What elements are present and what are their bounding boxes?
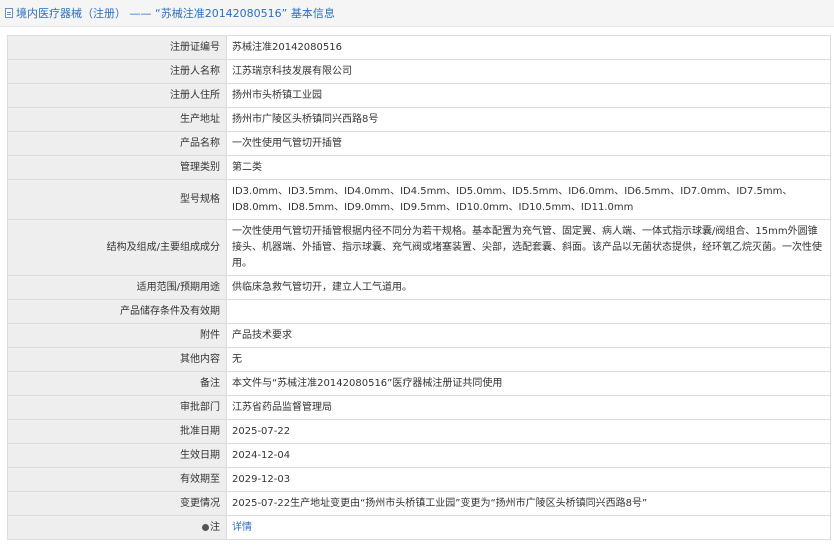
row-value: 供临床急救气管切开，建立人工气道用。 (226, 275, 831, 300)
row-value: 2025-07-22 (226, 419, 831, 444)
table-row: 备注 本文件与“苏械注准20142080516”医疗器械注册证共同使用 (7, 371, 831, 396)
table-row: 产品名称 一次性使用气管切开插管 (7, 131, 831, 156)
note-label: 注 (210, 521, 220, 533)
row-value: 本文件与“苏械注准20142080516”医疗器械注册证共同使用 (226, 371, 831, 396)
table-row: 生效日期 2024-12-04 (7, 443, 831, 468)
row-value: 产品技术要求 (226, 323, 831, 348)
table-row: 批准日期 2025-07-22 (7, 419, 831, 444)
row-value (226, 299, 831, 324)
table-row: 注册证编号 苏械注准20142080516 (7, 35, 831, 60)
table-row: 审批部门 江苏省药品监督管理局 (7, 395, 831, 420)
row-label: 生产地址 (7, 107, 227, 132)
table-row: 注册人住所 扬州市头桥镇工业园 (7, 83, 831, 108)
row-label: 有效期至 (7, 467, 227, 492)
table-row: 变更情况 2025-07-22生产地址变更由“扬州市头桥镇工业园”变更为“扬州市… (7, 491, 831, 516)
page-title: 境内医疗器械（注册） —— “苏械注准20142080516” 基本信息 (16, 7, 335, 20)
row-value: 江苏瑞京科技发展有限公司 (226, 59, 831, 84)
table-row: 注册人名称 江苏瑞京科技发展有限公司 (7, 59, 831, 84)
table-row: 有效期至 2029-12-03 (7, 467, 831, 492)
table-row: 其他内容 无 (7, 347, 831, 372)
row-label: 适用范围/预期用途 (7, 275, 227, 300)
table-row: 适用范围/预期用途 供临床急救气管切开，建立人工气道用。 (7, 275, 831, 300)
row-label: 注册人住所 (7, 83, 227, 108)
row-label-note: 注 (7, 515, 227, 540)
row-value: 第二类 (226, 155, 831, 180)
row-label: 变更情况 (7, 491, 227, 516)
detail-link[interactable]: 详情 (232, 522, 252, 533)
page-header: 境内医疗器械（注册） —— “苏械注准20142080516” 基本信息 (0, 0, 834, 27)
row-label: 注册人名称 (7, 59, 227, 84)
row-label: 型号规格 (7, 179, 227, 220)
row-label: 生效日期 (7, 443, 227, 468)
table-row: 结构及组成/主要组成成分 一次性使用气管切开插管根据内径不同分为若干规格。基本配… (7, 219, 831, 276)
row-label: 注册证编号 (7, 35, 227, 60)
table-row: 生产地址 扬州市广陵区头桥镇同兴西路8号 (7, 107, 831, 132)
table-row: 管理类别 第二类 (7, 155, 831, 180)
bullet-icon (202, 523, 209, 531)
row-label: 审批部门 (7, 395, 227, 420)
row-value: 一次性使用气管切开插管根据内径不同分为若干规格。基本配置为充气管、固定翼、病人端… (226, 219, 831, 276)
row-value: 扬州市头桥镇工业园 (226, 83, 831, 108)
row-label: 产品储存条件及有效期 (7, 299, 227, 324)
row-label: 管理类别 (7, 155, 227, 180)
table-row: 产品储存条件及有效期 (7, 299, 831, 324)
detail-table: 注册证编号 苏械注准20142080516 注册人名称 江苏瑞京科技发展有限公司… (7, 35, 831, 540)
row-label: 批准日期 (7, 419, 227, 444)
row-value: 一次性使用气管切开插管 (226, 131, 831, 156)
row-value: 2025-07-22生产地址变更由“扬州市头桥镇工业园”变更为“扬州市广陵区头桥… (226, 491, 831, 516)
document-icon (5, 8, 13, 18)
row-label: 备注 (7, 371, 227, 396)
row-value: 扬州市广陵区头桥镇同兴西路8号 (226, 107, 831, 132)
row-label: 结构及组成/主要组成成分 (7, 219, 227, 276)
row-label: 其他内容 (7, 347, 227, 372)
row-label: 附件 (7, 323, 227, 348)
row-value: 江苏省药品监督管理局 (226, 395, 831, 420)
table-row: 型号规格 ID3.0mm、ID3.5mm、ID4.0mm、ID4.5mm、ID5… (7, 179, 831, 220)
table-row: 附件 产品技术要求 (7, 323, 831, 348)
row-label: 产品名称 (7, 131, 227, 156)
table-row-note: 注 详情 (7, 515, 831, 540)
row-value: 2029-12-03 (226, 467, 831, 492)
row-value: 2024-12-04 (226, 443, 831, 468)
row-value: ID3.0mm、ID3.5mm、ID4.0mm、ID4.5mm、ID5.0mm、… (226, 179, 831, 220)
row-value-note: 详情 (226, 515, 831, 540)
row-value: 无 (226, 347, 831, 372)
row-value: 苏械注准20142080516 (226, 35, 831, 60)
